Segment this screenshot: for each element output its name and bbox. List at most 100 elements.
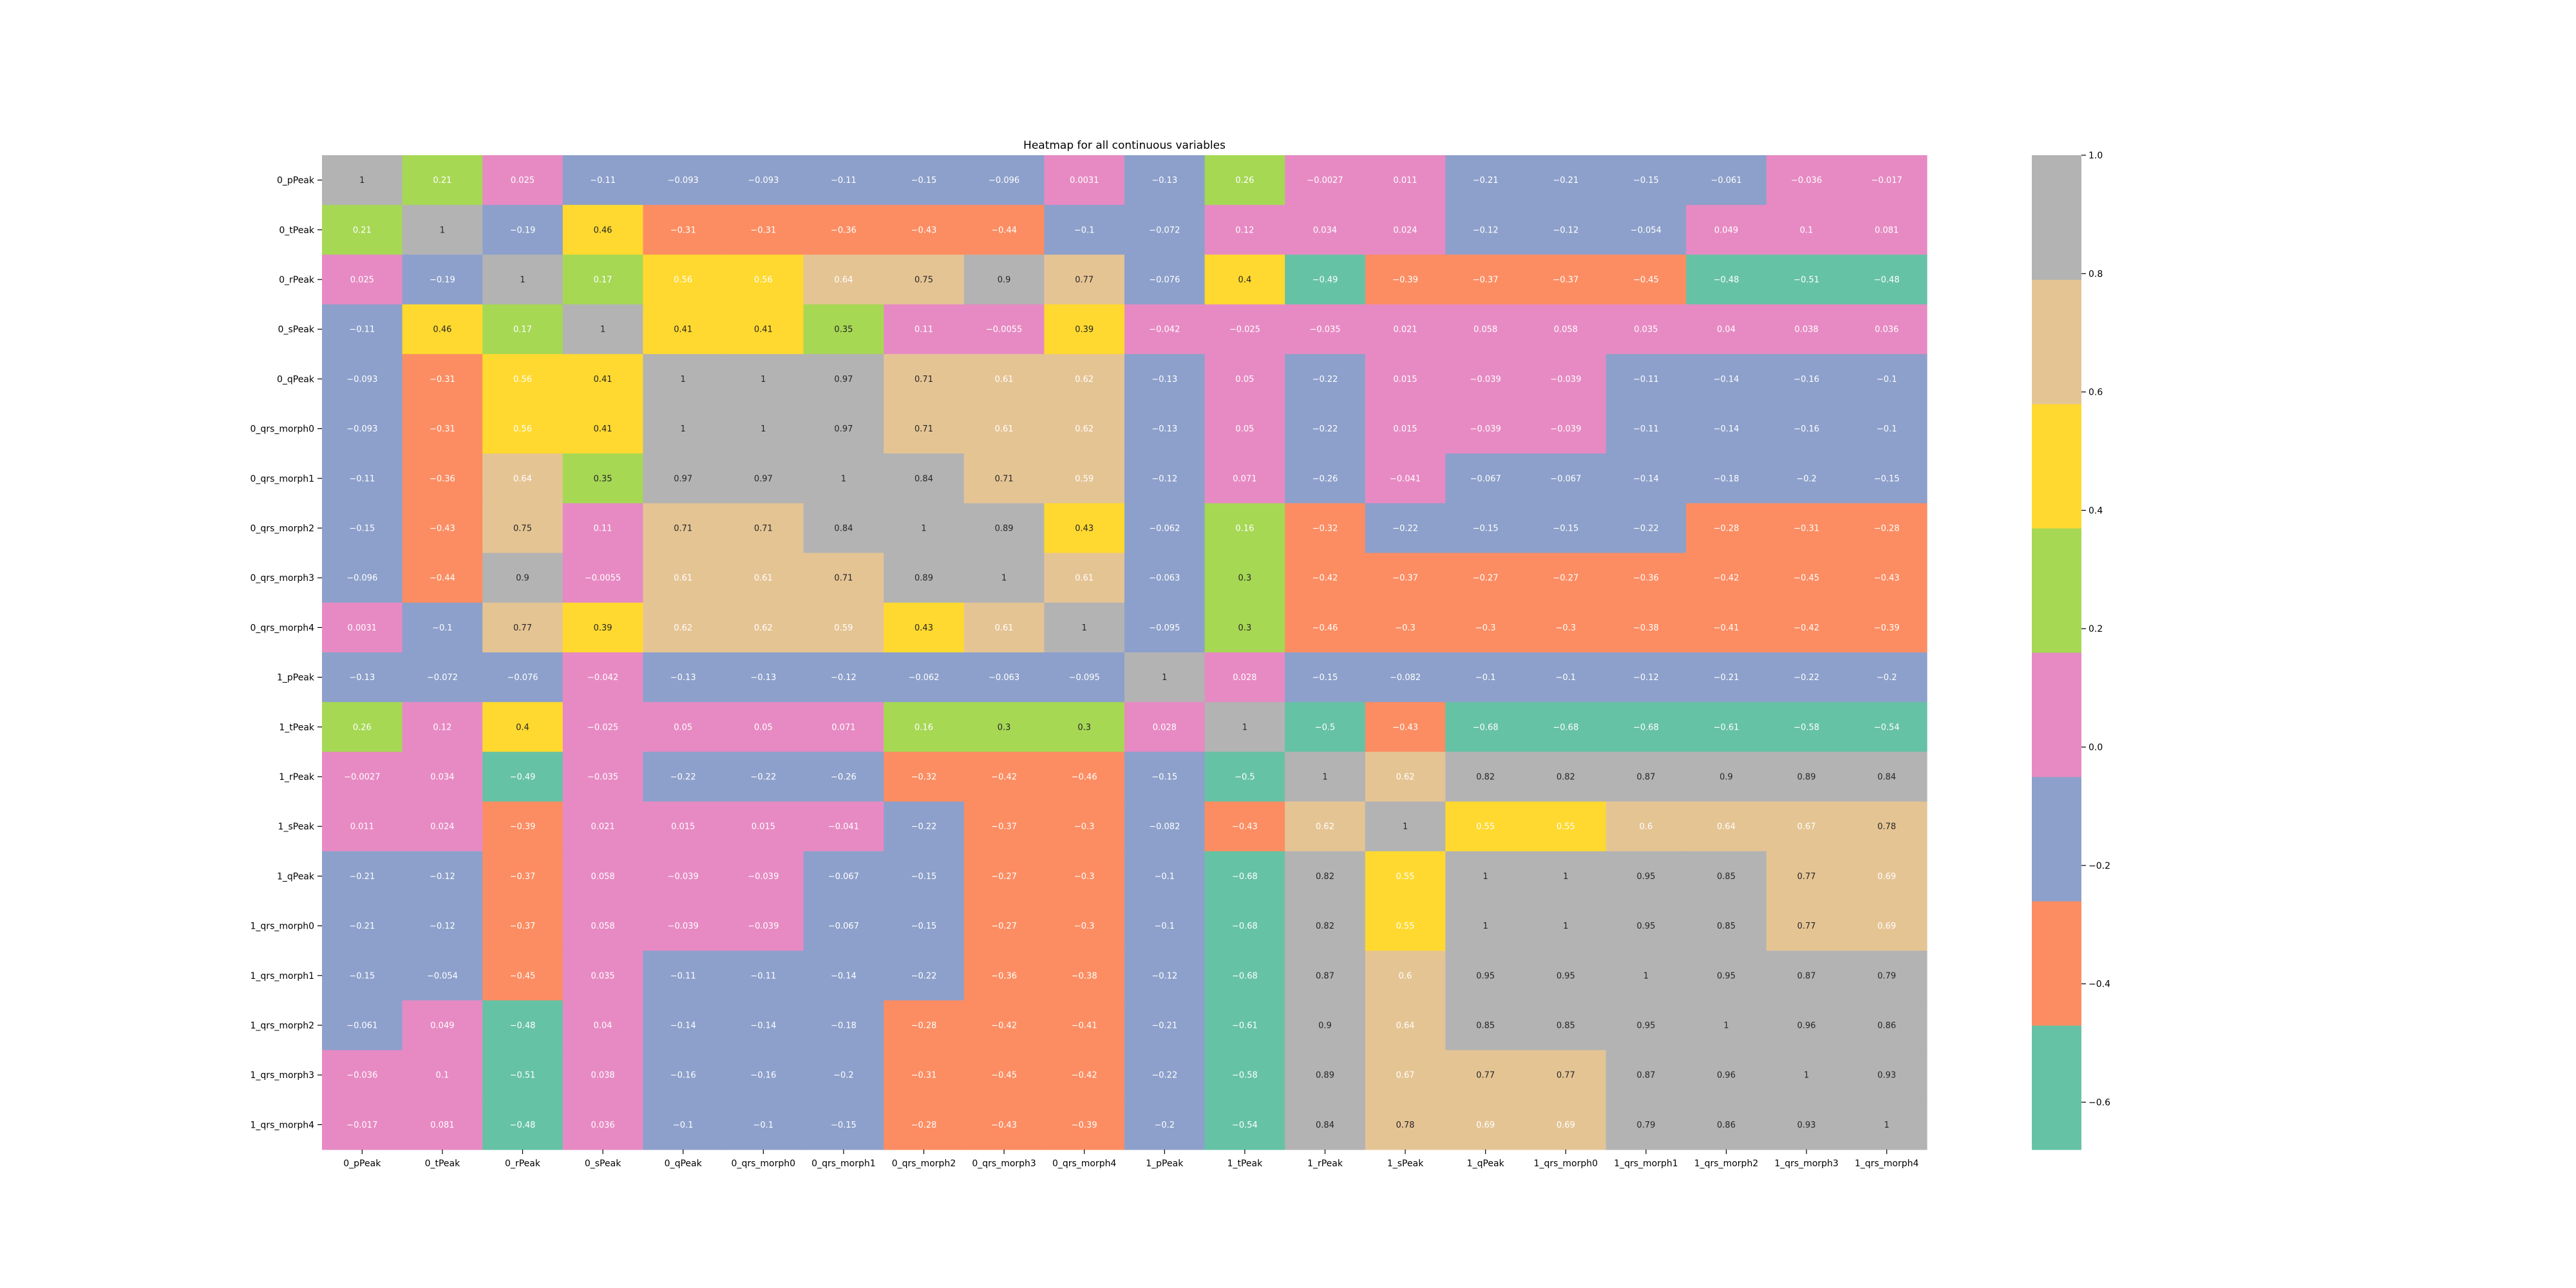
cell-value-label: −0.061 xyxy=(1710,176,1741,185)
cell-value-label: 0.9 xyxy=(998,276,1011,285)
cell-value-label: −0.31 xyxy=(911,1071,937,1081)
cell-value-label: 1 xyxy=(761,424,766,434)
cell-value-label: −0.44 xyxy=(991,225,1017,235)
cell-value-label: 0.3 xyxy=(1238,623,1252,633)
cell-value-label: 0.55 xyxy=(1396,922,1415,931)
cell-value-label: −0.041 xyxy=(1390,474,1421,484)
cell-value-label: −0.21 xyxy=(1151,1021,1177,1031)
cell-value-label: −0.48 xyxy=(1714,276,1739,285)
cell-value-label: 0.97 xyxy=(674,474,692,484)
cell-value-label: 0.95 xyxy=(1636,1021,1655,1031)
colorbar-segment xyxy=(2032,404,2081,529)
cell-value-label: 0.11 xyxy=(914,325,933,335)
cell-value-label: −0.3 xyxy=(1074,922,1095,931)
cell-value-label: −0.5 xyxy=(1315,723,1336,732)
cell-value-label: 0.56 xyxy=(513,375,532,384)
cell-value-label: −0.31 xyxy=(670,225,696,235)
cell-value-label: 0.77 xyxy=(1797,922,1816,931)
cell-value-label: 0.62 xyxy=(1075,424,1094,434)
cell-value-label: −0.093 xyxy=(748,176,779,185)
cell-value-label: 1 xyxy=(1483,922,1488,931)
colorbar-tick-label: 0.0 xyxy=(2088,743,2103,753)
cell-value-label: −0.067 xyxy=(828,872,859,882)
cell-value-label: 1 xyxy=(681,375,686,384)
cell-value-label: 0.35 xyxy=(834,325,853,335)
y-tick-label: 1_sPeak xyxy=(278,822,315,832)
cell-value-label: 0.55 xyxy=(1396,872,1415,882)
cell-value-label: 0.46 xyxy=(433,325,451,335)
cell-value-label: 0.4 xyxy=(1238,276,1252,285)
cell-value-label: −0.45 xyxy=(991,1071,1017,1081)
cell-value-label: −0.48 xyxy=(510,1121,536,1130)
cell-value-label: −0.1 xyxy=(1877,424,1897,434)
cell-value-label: 0.71 xyxy=(914,424,933,434)
cell-value-label: −0.039 xyxy=(748,872,779,882)
y-axis: 0_pPeak 0_tPeak 0_rPeak 0_sPeak 0_qPeak 0_qrs… xyxy=(251,176,322,1130)
cell-value-label: −0.1 xyxy=(1155,922,1175,931)
cell-value-label: 0.025 xyxy=(511,176,535,185)
cell-value-label: −0.14 xyxy=(1714,424,1739,434)
cell-value-label: 0.69 xyxy=(1557,1121,1575,1130)
cell-value-label: −0.26 xyxy=(1312,474,1338,484)
cell-value-label: 1 xyxy=(681,424,686,434)
cell-value-label: −0.36 xyxy=(1633,574,1659,583)
cell-value-label: −0.12 xyxy=(1633,673,1659,683)
cell-value-label: 0.036 xyxy=(591,1121,614,1130)
cell-value-label: −0.14 xyxy=(1714,375,1739,384)
cell-value-label: 0.77 xyxy=(1797,872,1816,882)
y-tick-label: 1_qrs_morph3 xyxy=(251,1070,314,1081)
cell-value-label: 0.67 xyxy=(1396,1071,1415,1081)
cell-value-label: −0.37 xyxy=(991,822,1017,832)
cell-value-label: 0.6 xyxy=(1399,971,1412,981)
cell-value-label: 0.95 xyxy=(1476,971,1495,981)
cell-value-label: 0.41 xyxy=(754,325,773,335)
x-tick-label: 0_qrs_morph3 xyxy=(972,1159,1036,1169)
cell-value-label: −0.28 xyxy=(911,1021,937,1031)
cell-value-label: −0.2 xyxy=(1796,474,1817,484)
cell-value-label: 1 xyxy=(1483,872,1488,882)
cell-value-label: 0.56 xyxy=(754,276,773,285)
cell-value-label: −0.14 xyxy=(670,1021,696,1031)
y-tick-label: 0_qrs_morph4 xyxy=(251,623,315,633)
cell-value-label: −0.22 xyxy=(1151,1071,1177,1081)
cell-value-label: −0.0027 xyxy=(1307,176,1343,185)
cell-value-label: −0.32 xyxy=(1312,524,1338,534)
cell-value-label: −0.68 xyxy=(1232,872,1258,882)
cell-value-label: −0.49 xyxy=(510,773,536,782)
cell-value-label: −0.48 xyxy=(1874,276,1900,285)
cell-value-label: 0.95 xyxy=(1557,971,1575,981)
y-tick-label: 0_qrs_morph3 xyxy=(251,573,314,583)
cell-value-label: 1 xyxy=(1643,971,1649,981)
cell-value-label: −0.15 xyxy=(911,872,937,882)
x-tick-label: 1_sPeak xyxy=(1387,1159,1424,1169)
cell-value-label: −0.15 xyxy=(831,1121,857,1130)
cell-value-label: 0.028 xyxy=(1153,723,1177,732)
y-tick-label: 1_qrs_morph4 xyxy=(251,1120,315,1130)
cell-value-label: −0.41 xyxy=(1714,623,1739,633)
colorbar-segment xyxy=(2032,901,2081,1026)
cell-value-label: −0.11 xyxy=(590,176,616,185)
cell-value-label: −0.15 xyxy=(1874,474,1900,484)
cell-value-label: 1 xyxy=(1403,822,1408,832)
y-tick-label: 1_tPeak xyxy=(279,723,315,733)
cell-value-label: 0.93 xyxy=(1797,1121,1816,1130)
y-tick-label: 0_pPeak xyxy=(277,176,315,186)
cell-value-label: −0.067 xyxy=(1550,474,1581,484)
cell-value-label: 0.015 xyxy=(1393,424,1417,434)
cell-value-label: −0.13 xyxy=(750,673,776,683)
cell-value-label: 0.081 xyxy=(1875,225,1899,235)
cell-value-label: −0.45 xyxy=(510,971,536,981)
cell-value-label: −0.12 xyxy=(1473,225,1499,235)
cell-value-label: 0.049 xyxy=(430,1021,454,1031)
cell-value-label: −0.22 xyxy=(1633,524,1659,534)
cell-value-label: 0.64 xyxy=(834,276,853,285)
cell-value-label: −0.39 xyxy=(1392,276,1418,285)
cell-value-label: 0.39 xyxy=(594,623,612,633)
cell-value-label: 1 xyxy=(1322,773,1327,782)
cell-value-label: −0.036 xyxy=(346,1071,377,1081)
cell-value-label: 0.034 xyxy=(430,773,454,782)
colorbar-tick-label: 0.6 xyxy=(2088,388,2103,398)
cell-value-label: 0.21 xyxy=(433,176,451,185)
cell-value-label: 0.85 xyxy=(1476,1021,1495,1031)
cell-value-label: −0.22 xyxy=(670,773,696,782)
